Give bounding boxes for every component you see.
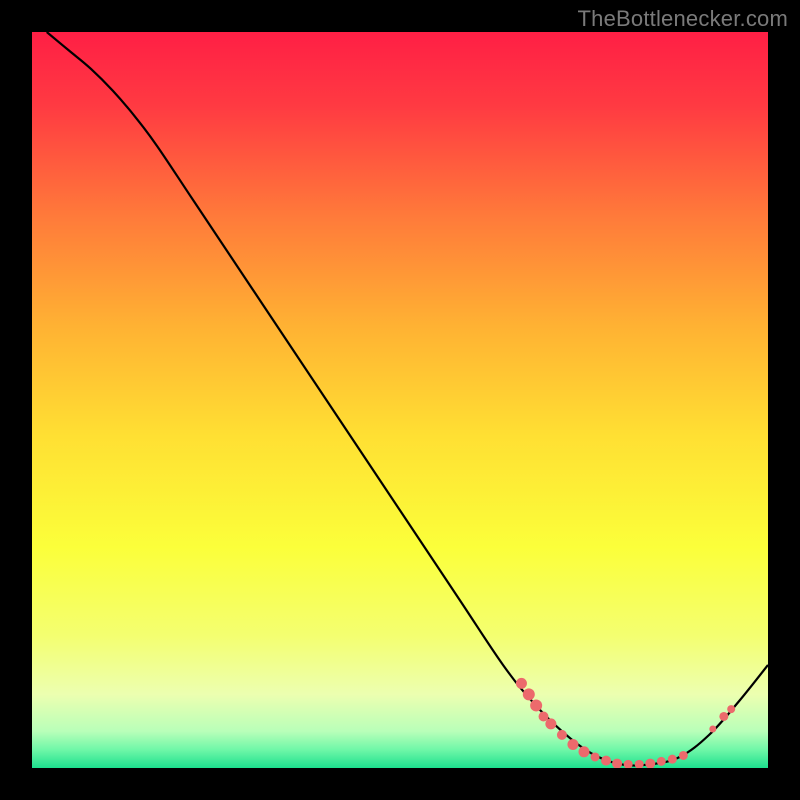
data-marker bbox=[668, 755, 677, 764]
data-marker bbox=[567, 739, 578, 750]
data-marker bbox=[530, 699, 542, 711]
data-marker bbox=[679, 751, 688, 760]
data-marker bbox=[545, 718, 556, 729]
watermark-text: TheBottlenecker.com bbox=[578, 6, 788, 32]
data-marker bbox=[557, 730, 567, 740]
data-marker bbox=[709, 725, 716, 732]
data-marker bbox=[657, 757, 666, 766]
chart-frame: TheBottlenecker.com bbox=[0, 0, 800, 800]
chart-svg bbox=[32, 32, 768, 768]
data-marker bbox=[516, 678, 527, 689]
plot-area bbox=[32, 32, 768, 768]
data-marker bbox=[591, 752, 600, 761]
data-marker bbox=[579, 746, 590, 757]
data-marker bbox=[523, 688, 535, 700]
data-marker bbox=[727, 705, 735, 713]
data-marker bbox=[601, 756, 611, 766]
gradient-background bbox=[32, 32, 768, 768]
data-marker bbox=[719, 712, 728, 721]
